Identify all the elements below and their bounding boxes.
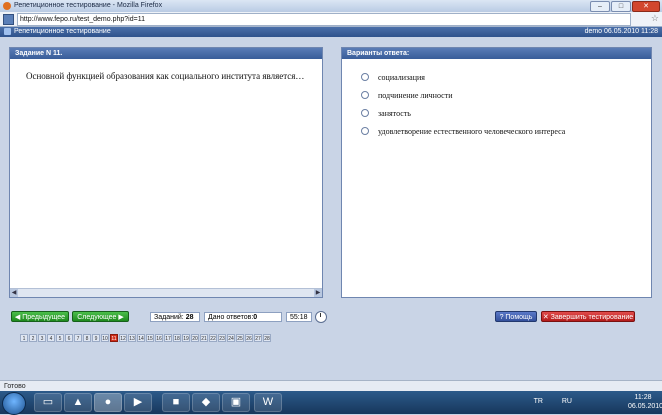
media-player-icon[interactable]: ▶ xyxy=(124,393,152,412)
window-title: Репетиционное тестирование - Mozilla Fir… xyxy=(14,2,163,9)
network-icon[interactable]: ◆ xyxy=(192,393,220,412)
main-content: Задание N 11. Основной функцией образова… xyxy=(0,37,662,380)
page-number-button[interactable]: 17 xyxy=(164,334,172,342)
page-number-button[interactable]: 6 xyxy=(65,334,73,342)
page-number-button[interactable]: 25 xyxy=(236,334,244,342)
clock-icon[interactable] xyxy=(315,311,327,323)
radio-button[interactable] xyxy=(361,127,369,135)
page-number-button[interactable]: 9 xyxy=(92,334,100,342)
maximize-button[interactable]: □ xyxy=(611,1,631,12)
question-text: Основной функцией образования как социал… xyxy=(26,71,305,81)
radio-button[interactable] xyxy=(361,109,369,117)
answers-header: Варианты ответа: xyxy=(342,48,651,59)
firefox-icon xyxy=(3,2,11,10)
page-number-button[interactable]: 5 xyxy=(56,334,64,342)
page-number-button[interactable]: 15 xyxy=(146,334,154,342)
page-number-button[interactable]: 19 xyxy=(182,334,190,342)
answered-label: Дано ответов: xyxy=(208,314,254,321)
timer: 55:18 xyxy=(286,312,312,322)
answered-count: Дано ответов:0 xyxy=(204,312,282,322)
bookmark-star-icon[interactable]: ☆ xyxy=(651,13,659,24)
save-icon[interactable]: ■ xyxy=(162,393,190,412)
window-titlebar: Репетиционное тестирование - Mozilla Fir… xyxy=(0,0,662,12)
screen-icon[interactable]: ▣ xyxy=(222,393,250,412)
question-pagination: 1 2 3 4 5 6 7 8 9 10 11 12 13 14 15 16 17 18 19 20 21 22 23 24 2… xyxy=(20,334,271,342)
lang-indicator-2[interactable]: RU xyxy=(562,398,572,405)
page-number-button[interactable]: 7 xyxy=(74,334,82,342)
help-button[interactable]: ? Помощь xyxy=(495,311,537,322)
page-number-button[interactable]: 26 xyxy=(245,334,253,342)
scroll-left-icon[interactable]: ◀ xyxy=(10,289,18,297)
close-button[interactable]: ✕ xyxy=(632,1,660,12)
tray-date: 06.05.2010 xyxy=(628,403,662,410)
taskbar: ▭ ▲ ● ▶ ■ ◆ ▣ W TR RU 11:28 06.05.2010 xyxy=(0,391,662,415)
radio-button[interactable] xyxy=(361,91,369,99)
app-logo-icon xyxy=(4,28,11,35)
page-number-button[interactable]: 14 xyxy=(137,334,145,342)
answer-label[interactable]: занятость xyxy=(378,109,411,118)
word-icon[interactable]: W xyxy=(254,393,282,412)
app-title: Репетиционное тестирование xyxy=(14,28,111,35)
answer-label[interactable]: подчинение личности xyxy=(378,91,452,100)
answers-panel: Варианты ответа: социализация подчинение… xyxy=(341,47,652,298)
page-number-button[interactable]: 23 xyxy=(218,334,226,342)
answered-value: 0 xyxy=(253,314,258,321)
vlc-icon[interactable]: ▲ xyxy=(64,393,92,412)
page-number-button[interactable]: 10 xyxy=(101,334,109,342)
window-controls: – □ ✕ xyxy=(590,1,660,12)
scroll-right-icon[interactable]: ▶ xyxy=(314,289,322,297)
tasks-value: 28 xyxy=(185,314,194,321)
page-number-button[interactable]: 24 xyxy=(227,334,235,342)
folder-icon[interactable]: ▭ xyxy=(34,393,62,412)
page-number-button[interactable]: 27 xyxy=(254,334,262,342)
tasks-count: Заданий: 28 xyxy=(150,312,200,322)
page-number-button[interactable]: 22 xyxy=(209,334,217,342)
page-number-button[interactable]: 4 xyxy=(47,334,55,342)
lang-indicator[interactable]: TR xyxy=(534,398,543,405)
page-number-button[interactable]: 28 xyxy=(263,334,271,342)
page-number-button[interactable]: 11 xyxy=(110,334,118,342)
site-icon xyxy=(3,14,14,25)
minimize-button[interactable]: – xyxy=(590,1,610,12)
url-bar: http://www.fepo.ru/test_demo.php?id=11 ☆ xyxy=(0,12,662,27)
app-header: Репетиционное тестирование demo 06.05.20… xyxy=(0,27,662,37)
page-number-button[interactable]: 21 xyxy=(200,334,208,342)
question-panel: Задание N 11. Основной функцией образова… xyxy=(9,47,323,298)
page-number-button[interactable]: 1 xyxy=(20,334,28,342)
page-number-button[interactable]: 12 xyxy=(119,334,127,342)
address-input[interactable]: http://www.fepo.ru/test_demo.php?id=11 xyxy=(17,13,631,26)
start-button[interactable] xyxy=(2,392,26,415)
page-number-button[interactable]: 13 xyxy=(128,334,136,342)
user-date: demo 06.05.2010 11:28 xyxy=(584,28,658,35)
firefox-taskbar-icon[interactable]: ● xyxy=(94,393,122,412)
tray-time: 11:28 xyxy=(634,394,652,401)
prev-button[interactable]: ◀ Предыдущее xyxy=(11,311,69,322)
page-number-button[interactable]: 2 xyxy=(29,334,37,342)
answer-label[interactable]: удовлетворение естественного человеческо… xyxy=(378,127,565,136)
status-bar: Готово xyxy=(0,380,662,391)
page-number-button[interactable]: 3 xyxy=(38,334,46,342)
tasks-label: Заданий: xyxy=(154,314,184,321)
page-number-button[interactable]: 16 xyxy=(155,334,163,342)
page-number-button[interactable]: 18 xyxy=(173,334,181,342)
next-button[interactable]: Следующее ▶ xyxy=(72,311,129,322)
page-number-button[interactable]: 8 xyxy=(83,334,91,342)
page-number-button[interactable]: 20 xyxy=(191,334,199,342)
answer-label[interactable]: социализация xyxy=(378,73,425,82)
horizontal-scrollbar[interactable]: ◀ ▶ xyxy=(10,288,322,297)
tray-clock[interactable]: 11:28 06.05.2010 xyxy=(628,393,662,411)
question-header: Задание N 11. xyxy=(10,48,322,59)
finish-test-button[interactable]: ✕ Завершить тестирование xyxy=(541,311,635,322)
radio-button[interactable] xyxy=(361,73,369,81)
